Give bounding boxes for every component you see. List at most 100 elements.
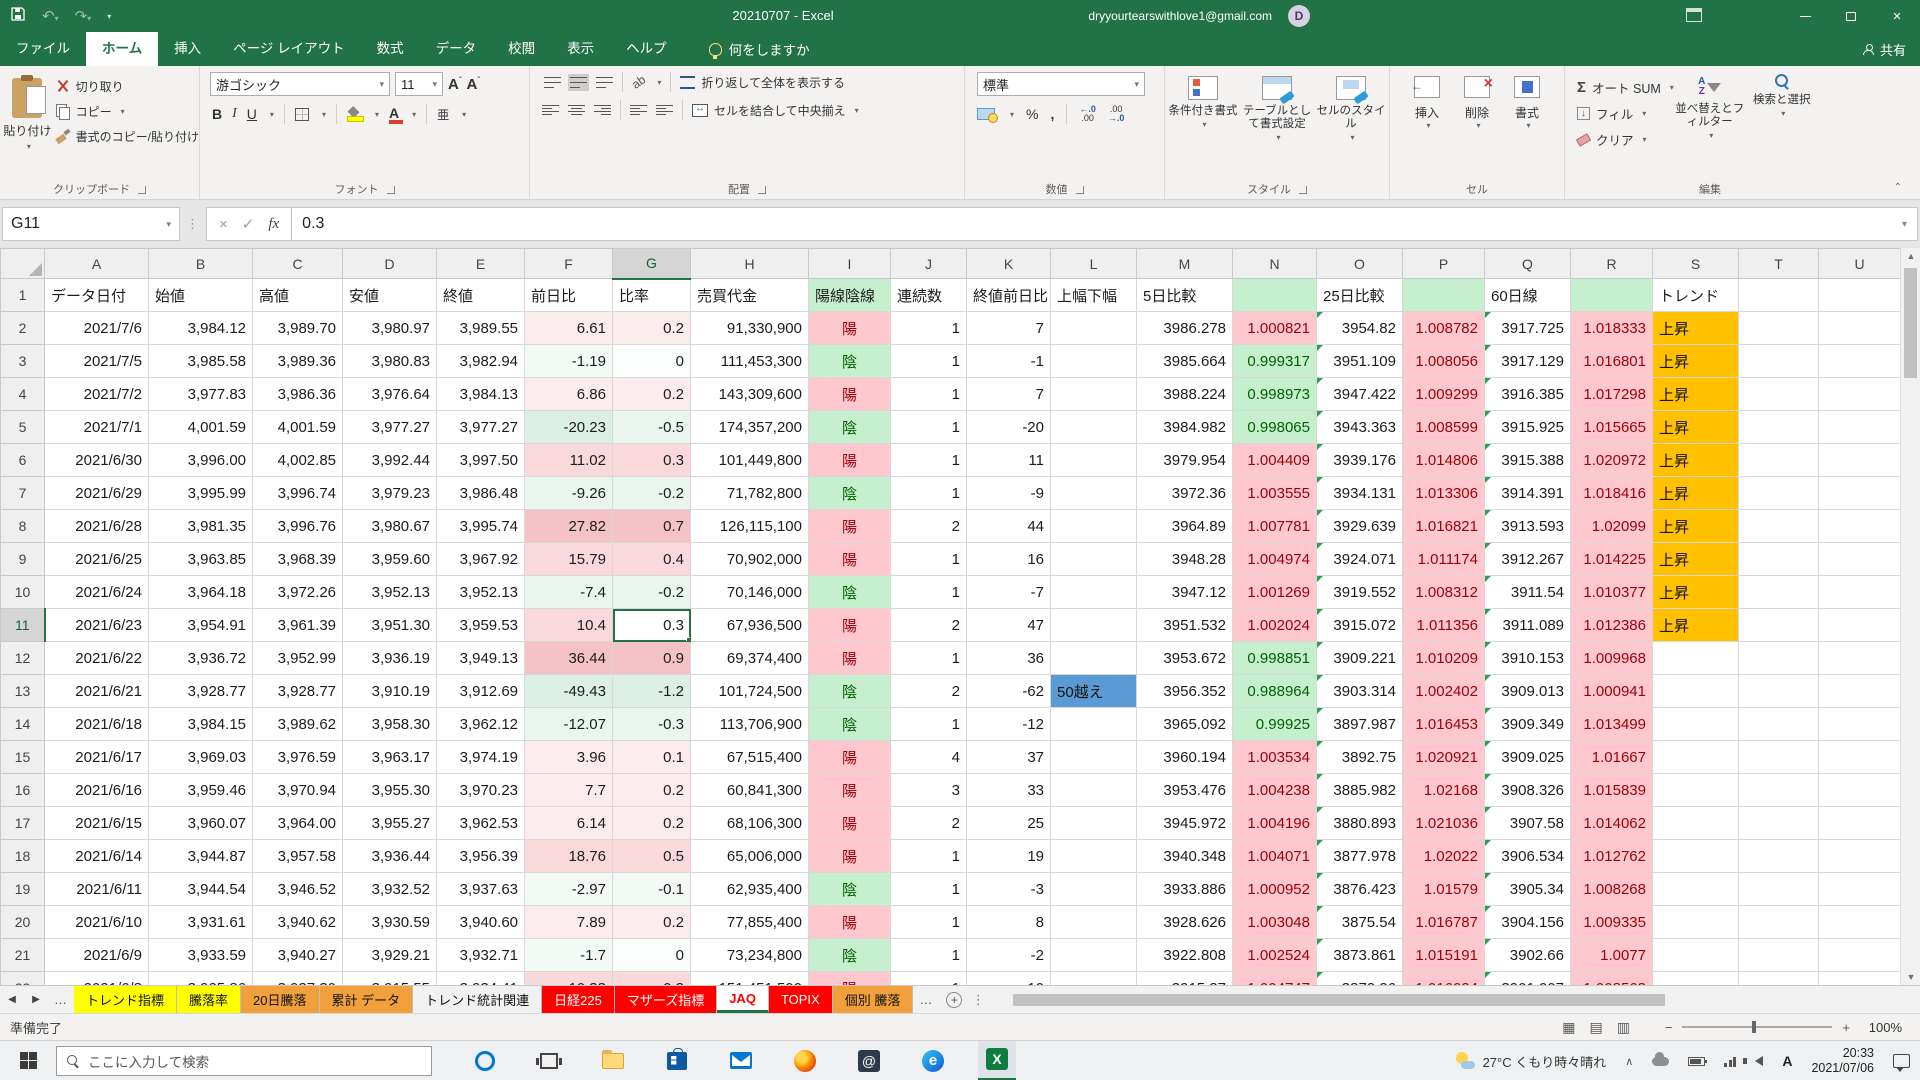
cell-S19[interactable] [1653,873,1739,906]
cell-P20[interactable]: 1.016787 [1403,906,1485,939]
page-break-view-icon[interactable]: ▥ [1617,1019,1630,1036]
sheet-tab-TOPIX[interactable]: TOPIX [769,986,833,1013]
cell-I12[interactable]: 陽 [809,642,891,675]
cell-E15[interactable]: 3,974.19 [437,741,525,774]
cell-empty[interactable] [1739,609,1819,642]
column-header-B[interactable]: B [149,249,253,279]
tab-splitter[interactable]: ⋮ [969,986,987,1013]
cell-S14[interactable] [1653,708,1739,741]
row-header-22[interactable]: 22 [1,972,45,986]
cell-L18[interactable] [1051,840,1137,873]
increase-indent-icon[interactable] [656,104,673,117]
cell-O14[interactable]: 3897.987 [1317,708,1403,741]
cell-C13[interactable]: 3,928.77 [253,675,343,708]
column-header-R[interactable]: R [1571,249,1653,279]
cell-A14[interactable]: 2021/6/18 [45,708,149,741]
insert-cells-button[interactable]: 挿入▾ [1402,70,1452,130]
cell-empty[interactable] [1739,444,1819,477]
cell-K7[interactable]: -9 [967,477,1051,510]
cell-B19[interactable]: 3,944.54 [149,873,253,906]
accounting-format-icon[interactable] [977,108,995,120]
orientation-icon[interactable]: ab [629,72,648,91]
cell-R18[interactable]: 1.012762 [1571,840,1653,873]
cell-A21[interactable]: 2021/6/9 [45,939,149,972]
file-explorer-button[interactable] [594,1041,632,1080]
menu-tab[interactable]: ホーム [86,32,158,66]
cell-empty[interactable] [1739,642,1819,675]
cell-H18[interactable]: 65,006,000 [691,840,809,873]
cell-R5[interactable]: 1.015665 [1571,411,1653,444]
cell-O13[interactable]: 3903.314 [1317,675,1403,708]
save-icon[interactable] [10,6,26,26]
cell-M7[interactable]: 3972.36 [1137,477,1233,510]
cell-E17[interactable]: 3,962.53 [437,807,525,840]
cell-R8[interactable]: 1.02099 [1571,510,1653,543]
format-as-table-button[interactable]: テーブルとして書式設定▾ [1240,70,1314,144]
bold-button[interactable]: B [212,106,222,122]
delete-cells-button[interactable]: 削除▾ [1452,70,1502,130]
avatar[interactable]: D [1288,5,1310,27]
cell-empty[interactable] [1739,741,1819,774]
increase-decimal-icon[interactable]: ←.0.00 [1079,105,1096,123]
cell-C6[interactable]: 4,002.85 [253,444,343,477]
cell-O9[interactable]: 3924.071 [1317,543,1403,576]
cell-K13[interactable]: -62 [967,675,1051,708]
cell-K8[interactable]: 44 [967,510,1051,543]
row-header-19[interactable]: 19 [1,873,45,906]
cell-M20[interactable]: 3928.626 [1137,906,1233,939]
cell-P17[interactable]: 1.021036 [1403,807,1485,840]
cell-F20[interactable]: 7.89 [525,906,613,939]
menu-tab[interactable]: 挿入 [158,32,217,66]
cell-O1[interactable]: 25日比較 [1317,279,1403,312]
cell-G10[interactable]: -0.2 [613,576,691,609]
cell-Q8[interactable]: 3913.593 [1485,510,1571,543]
cell-O4[interactable]: 3947.422 [1317,378,1403,411]
cell-E5[interactable]: 3,977.27 [437,411,525,444]
hidden-icons-chevron[interactable]: ∧ [1625,1055,1633,1068]
cell-I9[interactable]: 陽 [809,543,891,576]
cell-J6[interactable]: 1 [891,444,967,477]
cell-O5[interactable]: 3943.363 [1317,411,1403,444]
clock[interactable]: 20:33 2021/07/06 [1811,1046,1874,1076]
cell-N12[interactable]: 0.998851 [1233,642,1317,675]
cell-P16[interactable]: 1.02168 [1403,774,1485,807]
cell-B18[interactable]: 3,944.87 [149,840,253,873]
column-header-C[interactable]: C [253,249,343,279]
cell-empty[interactable] [1819,312,1901,345]
qat-customize-icon[interactable]: ▾ [107,12,111,21]
column-header-A[interactable]: A [45,249,149,279]
cell-M15[interactable]: 3960.194 [1137,741,1233,774]
vertical-scroll-thumb[interactable] [1904,268,1917,378]
cell-L12[interactable] [1051,642,1137,675]
cell-M19[interactable]: 3933.886 [1137,873,1233,906]
cell-K18[interactable]: 19 [967,840,1051,873]
cell-S3[interactable]: 上昇 [1653,345,1739,378]
cell-D11[interactable]: 3,951.30 [343,609,437,642]
cell-I2[interactable]: 陽 [809,312,891,345]
cell-A5[interactable]: 2021/7/1 [45,411,149,444]
cell-L1[interactable]: 上幅下幅 [1051,279,1137,312]
cell-S12[interactable] [1653,642,1739,675]
cell-C3[interactable]: 3,989.36 [253,345,343,378]
comma-style-button[interactable]: , [1050,106,1054,122]
cell-H19[interactable]: 62,935,400 [691,873,809,906]
cell-K17[interactable]: 25 [967,807,1051,840]
cell-K22[interactable]: 10 [967,972,1051,986]
cell-empty[interactable] [1819,708,1901,741]
cell-M10[interactable]: 3947.12 [1137,576,1233,609]
cell-J1[interactable]: 連続数 [891,279,967,312]
cell-J17[interactable]: 2 [891,807,967,840]
cell-L5[interactable] [1051,411,1137,444]
zoom-in-icon[interactable]: + [1842,1020,1850,1035]
cell-E12[interactable]: 3,949.13 [437,642,525,675]
row-header-10[interactable]: 10 [1,576,45,609]
cell-A15[interactable]: 2021/6/17 [45,741,149,774]
cell-J5[interactable]: 1 [891,411,967,444]
cell-C20[interactable]: 3,940.62 [253,906,343,939]
cell-empty[interactable] [1739,543,1819,576]
cell-L16[interactable] [1051,774,1137,807]
cell-empty[interactable] [1819,972,1901,986]
cell-F12[interactable]: 36.44 [525,642,613,675]
cell-J3[interactable]: 1 [891,345,967,378]
row-header-8[interactable]: 8 [1,510,45,543]
